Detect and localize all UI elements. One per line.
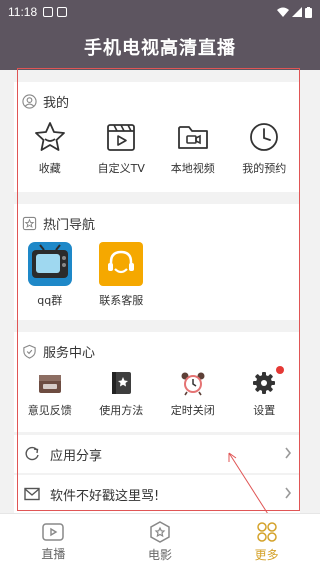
- page-title: 手机电视高清直播: [84, 38, 236, 59]
- nav-more-label: 更多: [254, 547, 279, 562]
- status-time: 11:18: [8, 5, 38, 19]
- shield-icon: [23, 344, 36, 359]
- usage-guide-label: 使用方法: [99, 404, 144, 417]
- video-folder-icon: [177, 126, 208, 149]
- signal-icon: [292, 7, 302, 17]
- favorites-button[interactable]: 收藏: [14, 120, 86, 176]
- service-center-header: 服务中心: [14, 332, 300, 370]
- feedback-label: 意见反馈: [27, 404, 72, 417]
- notification-dot: [275, 366, 284, 374]
- movie-icon: [150, 520, 170, 543]
- my-reservations-button[interactable]: 我的预约: [229, 120, 301, 176]
- contact-service-button[interactable]: 联系客服: [86, 242, 158, 308]
- usage-guide-button[interactable]: 使用方法: [86, 370, 158, 418]
- nav-live-label: 直播: [41, 546, 66, 561]
- settings-button[interactable]: 设置: [229, 366, 301, 418]
- hot-nav-header: 热门导航: [14, 204, 300, 242]
- custom-tv-label: 自定义TV: [97, 162, 145, 175]
- my-section-title: 我的: [43, 95, 70, 111]
- complaint-row[interactable]: 软件不好戳这里骂!: [14, 475, 300, 513]
- mail-icon: [24, 487, 40, 501]
- retro-tv-icon: [27, 242, 72, 286]
- bottom-navigation: 直播 电影 更多: [0, 513, 320, 569]
- nav-movie-label: 电影: [148, 547, 173, 562]
- qq-group-button[interactable]: qq群: [14, 242, 86, 308]
- live-icon: [42, 522, 65, 541]
- image-notification-icon: [43, 7, 54, 17]
- clapperboard-icon: [107, 124, 136, 151]
- star-badge-icon: [22, 216, 37, 230]
- local-video-button[interactable]: 本地视频: [157, 120, 229, 176]
- star-icon: [34, 122, 65, 151]
- feedback-icon: [38, 375, 61, 393]
- nav-more-tab[interactable]: 更多: [213, 514, 320, 569]
- share-app-row[interactable]: 应用分享: [14, 435, 300, 473]
- share-icon: [25, 446, 39, 461]
- feedback-button[interactable]: 意见反馈: [14, 370, 86, 418]
- sleep-timer-label: 定时关闭: [170, 404, 215, 417]
- gear-icon: [253, 372, 276, 394]
- headset-icon: [99, 242, 144, 286]
- battery-icon: [305, 6, 312, 18]
- local-video-label: 本地视频: [170, 162, 215, 175]
- sleep-timer-button[interactable]: 定时关闭: [157, 370, 229, 418]
- app-header: 手机电视高清直播: [0, 24, 320, 70]
- favorites-label: 收藏: [38, 162, 61, 175]
- custom-tv-button[interactable]: 自定义TV: [86, 120, 158, 176]
- chevron-right-icon: [285, 447, 292, 459]
- manual-icon: [112, 372, 132, 394]
- complaint-label: 软件不好戳这里骂!: [50, 488, 160, 504]
- status-bar: 11:18: [0, 0, 320, 24]
- more-page-content[interactable]: 我的 收藏 自定义TV 本地视频 我的预约 热门导航 qq群 联系客服 服务中心…: [0, 70, 320, 513]
- app-notification-icon: [57, 7, 68, 17]
- qq-group-label: qq群: [37, 294, 63, 307]
- my-section-header: 我的: [14, 82, 300, 120]
- share-app-label: 应用分享: [50, 448, 103, 464]
- clock-icon: [250, 123, 279, 151]
- service-center-title: 服务中心: [43, 345, 96, 361]
- nav-live-tab[interactable]: 直播: [0, 514, 107, 569]
- settings-label: 设置: [253, 404, 276, 417]
- my-reservations-label: 我的预约: [242, 162, 287, 175]
- more-icon: [256, 521, 277, 542]
- contact-service-label: 联系客服: [99, 294, 144, 307]
- hot-nav-section: 热门导航 qq群 联系客服: [14, 204, 300, 320]
- nav-movie-tab[interactable]: 电影: [107, 514, 214, 569]
- alarm-clock-icon: [181, 372, 205, 396]
- my-section: 我的 收藏 自定义TV 本地视频 我的预约: [14, 82, 300, 192]
- chevron-right-icon: [285, 487, 292, 499]
- hot-nav-title: 热门导航: [43, 217, 96, 233]
- service-center-section: 服务中心 意见反馈 使用方法 定时关闭 设置: [14, 332, 300, 432]
- wifi-icon: [277, 7, 289, 17]
- user-icon: [22, 93, 37, 109]
